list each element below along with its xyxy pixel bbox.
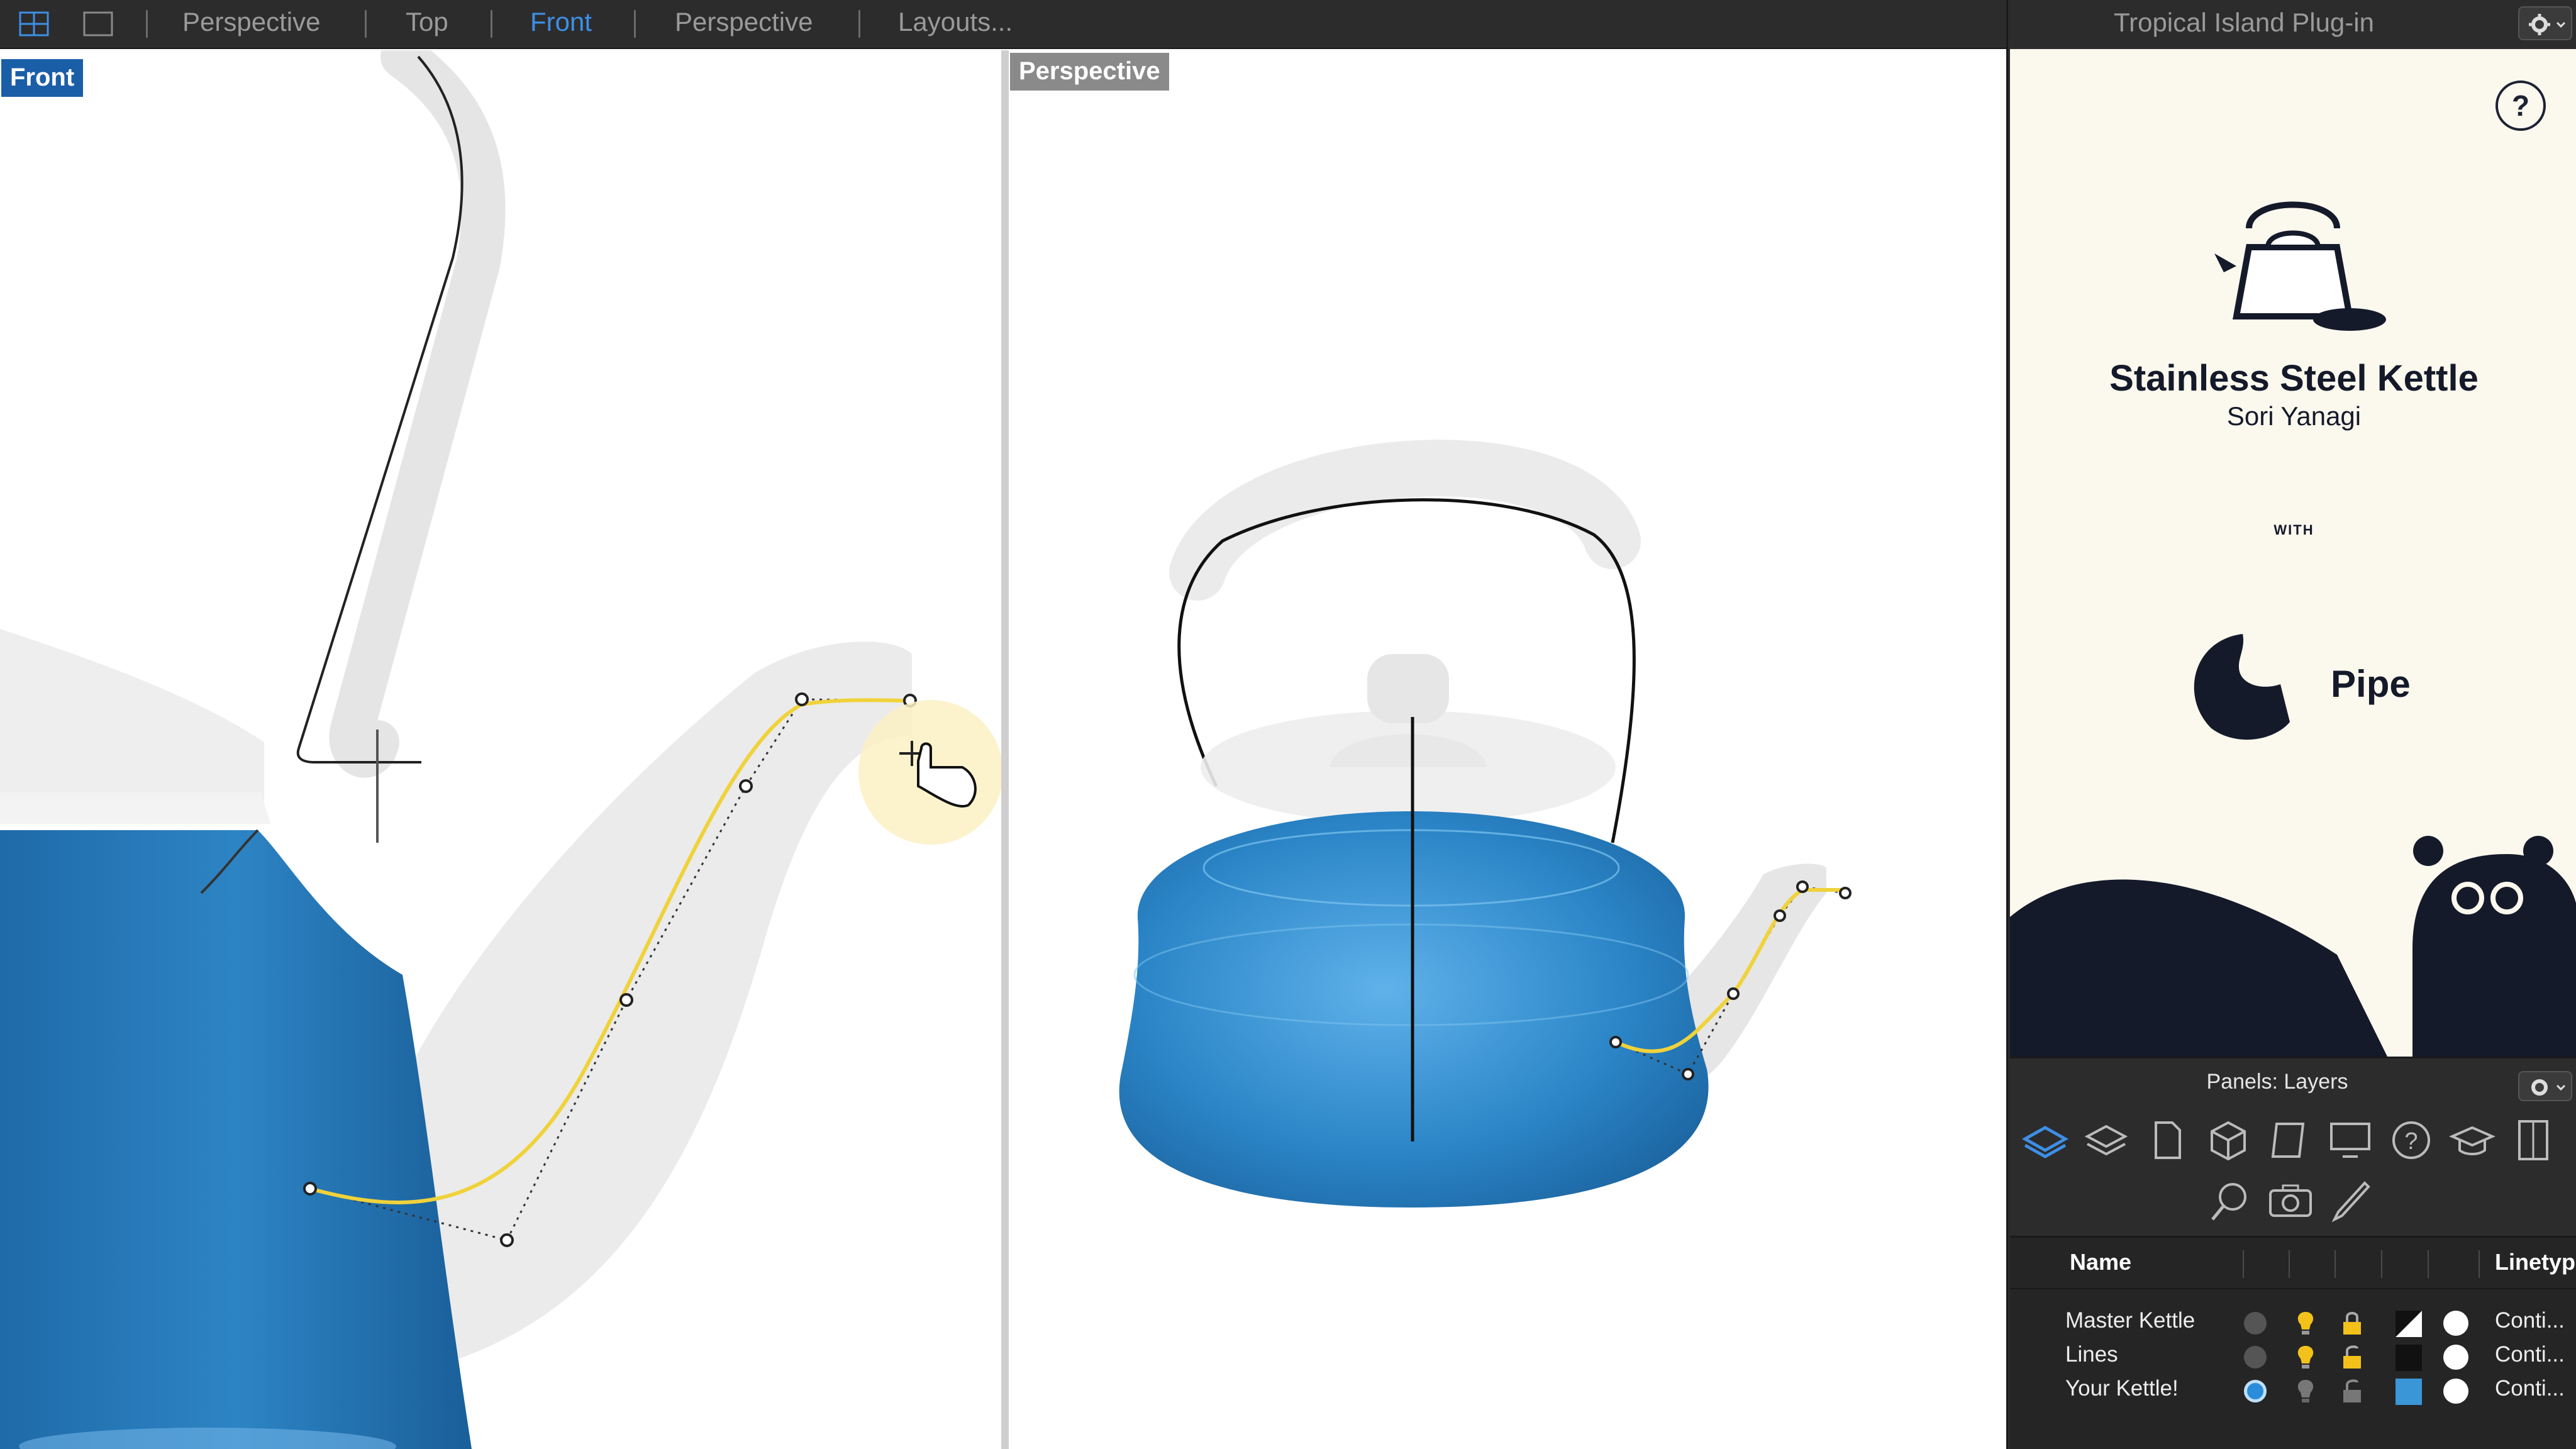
notes-icon[interactable]	[2264, 1115, 2314, 1165]
learn-icon[interactable]	[2447, 1115, 2497, 1165]
front-viewport[interactable]: Front	[0, 50, 1001, 1449]
layer-name[interactable]: Lines	[2065, 1342, 2118, 1367]
toolbar-separator	[146, 10, 148, 38]
lightbulb-on-icon[interactable]	[2290, 1308, 2321, 1338]
unlock-icon[interactable]	[2337, 1342, 2367, 1372]
layer-linetype[interactable]: Conti...	[2495, 1376, 2565, 1401]
layer-color-swatch[interactable]	[2396, 1379, 2422, 1405]
lightbulb-off-icon[interactable]	[2290, 1376, 2321, 1406]
help-icon[interactable]: ?	[2386, 1115, 2436, 1165]
plugin-header: Tropical Island Plug-in	[2008, 0, 2576, 49]
plugin-options-button[interactable]	[2518, 6, 2572, 40]
layer-row[interactable]: Your Kettle! Conti...	[2010, 1374, 2576, 1407]
toolbar-separator	[491, 10, 492, 38]
toolbar-separator	[365, 10, 367, 38]
tab-top[interactable]: Top	[406, 0, 448, 49]
lock-icon[interactable]	[2337, 1308, 2367, 1338]
document-icon[interactable]	[2142, 1115, 2192, 1165]
object-icon[interactable]	[2203, 1115, 2253, 1165]
product-title: Stainless Steel Kettle	[2109, 358, 2479, 399]
gear-icon	[2531, 1079, 2566, 1096]
column-separator[interactable]	[2381, 1250, 2382, 1278]
layer-color-swatch[interactable]	[2396, 1345, 2422, 1371]
layer-row[interactable]: Lines Conti...	[2010, 1340, 2576, 1374]
panels-title: Panels: Layers	[2206, 1070, 2348, 1094]
camera-icon[interactable]	[2265, 1175, 2316, 1226]
panel-options-button[interactable]	[2518, 1071, 2572, 1101]
viewport-toolbar: Perspective Top Front Perspective Layout…	[0, 0, 2006, 49]
perspective-kettle-model	[1119, 440, 1852, 1208]
current-layer-indicator[interactable]	[2244, 1312, 2267, 1335]
column-separator[interactable]	[2289, 1250, 2290, 1278]
layers-icon[interactable]	[2020, 1115, 2070, 1165]
plugin-title: Tropical Island Plug-in	[2114, 8, 2374, 37]
mascot-illustration	[2010, 836, 2576, 1057]
column-separator[interactable]	[2479, 1250, 2480, 1278]
column-separator[interactable]	[2428, 1250, 2429, 1278]
toolbar-separator	[634, 10, 636, 38]
svg-text:?: ?	[2404, 1128, 2418, 1155]
layer-name[interactable]: Your Kettle!	[2065, 1376, 2179, 1401]
layer-name[interactable]: Master Kettle	[2065, 1308, 2195, 1333]
search-icon[interactable]	[2205, 1175, 2255, 1226]
column-separator[interactable]	[2243, 1250, 2244, 1278]
tool-name: Pipe	[2331, 663, 2411, 705]
tab-perspective[interactable]: Perspective	[182, 0, 320, 49]
properties-icon[interactable]	[2081, 1115, 2131, 1165]
single-viewport-icon[interactable]	[83, 11, 113, 36]
column-header-name[interactable]: Name	[2070, 1249, 2131, 1275]
tab-perspective-2[interactable]: Perspective	[675, 0, 813, 49]
layers-table: Name Linetyp Master Kettle Conti... Line…	[2010, 1236, 2576, 1449]
kettle-icon	[2214, 201, 2386, 331]
front-kettle-model	[0, 50, 1001, 1449]
current-layer-indicator[interactable]	[2244, 1380, 2267, 1402]
layers-panel: Panels: Layers ? Name Linetyp Master Ket…	[2010, 1057, 2576, 1449]
unlock-icon[interactable]	[2337, 1376, 2367, 1406]
viewport-grid-icon[interactable]	[19, 11, 49, 36]
plugin-panel: Tropical Island Plug-in ? Stainless Stee…	[2006, 0, 2576, 1449]
layer-material-indicator[interactable]	[2443, 1345, 2468, 1370]
display-icon[interactable]	[2325, 1115, 2375, 1165]
column-header-linetype[interactable]: Linetyp	[2495, 1249, 2575, 1275]
column-separator[interactable]	[2334, 1250, 2336, 1278]
named-views-icon[interactable]	[2508, 1115, 2558, 1165]
with-label: WITH	[2273, 522, 2314, 538]
render-icon[interactable]	[2326, 1175, 2376, 1226]
plugin-content: ? Stainless Steel Kettle Sori Yanagi WIT…	[2010, 49, 2576, 1057]
layer-row[interactable]: Master Kettle Conti...	[2010, 1306, 2576, 1340]
viewport-divider[interactable]	[1001, 50, 1009, 1449]
layer-material-indicator[interactable]	[2443, 1311, 2468, 1336]
viewport-label-front[interactable]: Front	[1, 59, 84, 97]
perspective-viewport[interactable]: Perspective	[1009, 50, 2006, 1449]
header-divider	[2010, 1288, 2576, 1289]
pipe-logo-icon	[2194, 634, 2290, 740]
gear-icon	[2529, 14, 2566, 35]
product-author: Sori Yanagi	[2226, 401, 2362, 431]
tab-front[interactable]: Front	[530, 0, 592, 49]
current-layer-indicator[interactable]	[2244, 1346, 2267, 1368]
layer-color-swatch[interactable]	[2396, 1311, 2422, 1337]
layer-linetype[interactable]: Conti...	[2495, 1308, 2565, 1333]
help-button[interactable]: ?	[2496, 80, 2546, 131]
viewport-label-perspective[interactable]: Perspective	[1010, 53, 1169, 91]
layer-linetype[interactable]: Conti...	[2495, 1342, 2565, 1367]
layer-material-indicator[interactable]	[2443, 1379, 2468, 1404]
lightbulb-on-icon[interactable]	[2290, 1342, 2321, 1372]
toolbar-separator	[858, 10, 860, 38]
tab-layouts[interactable]: Layouts...	[898, 0, 1013, 49]
